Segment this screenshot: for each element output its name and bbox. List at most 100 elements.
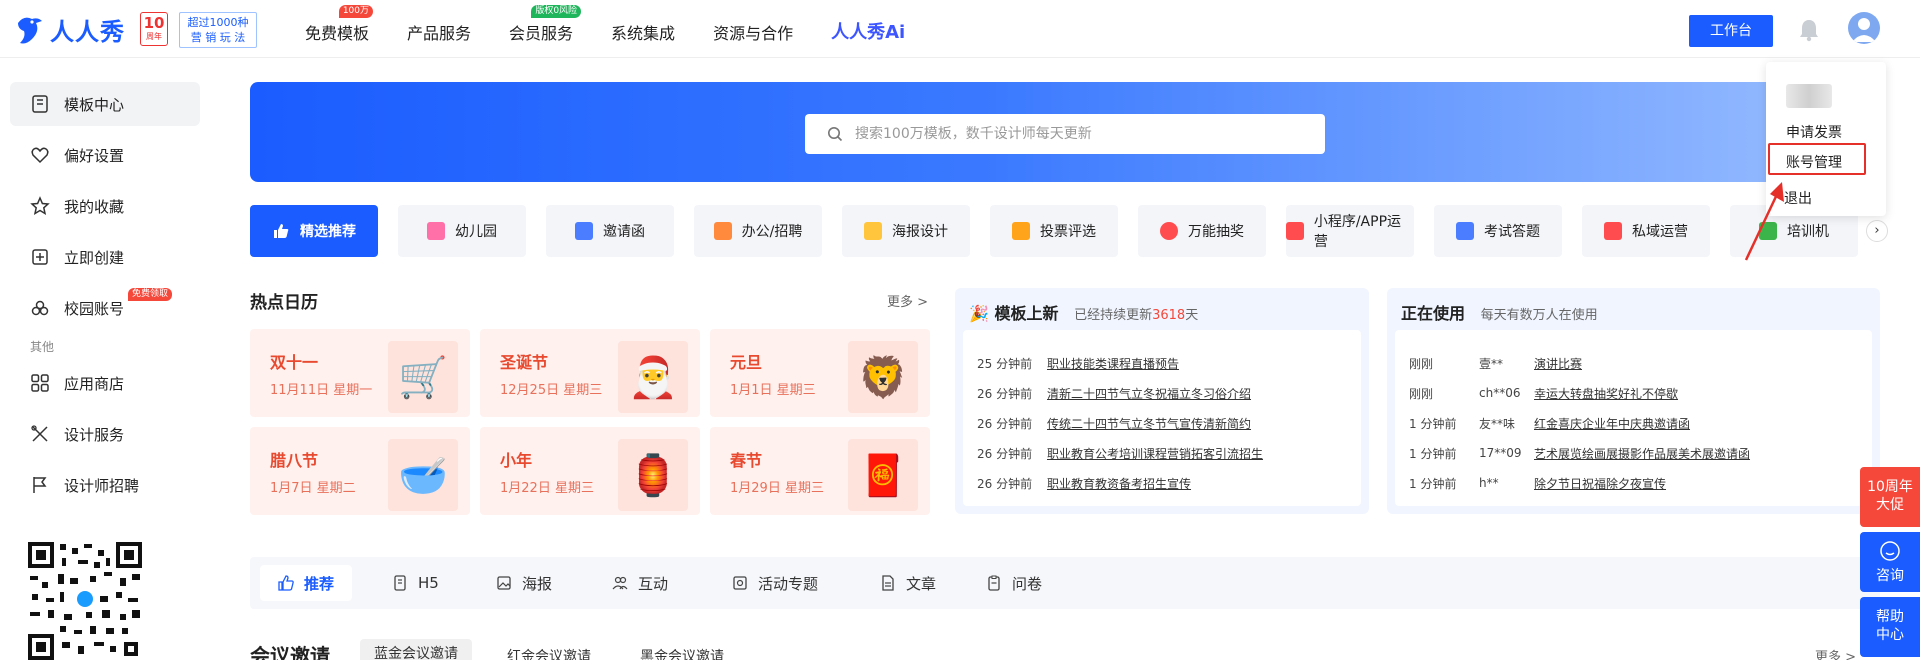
category-vote[interactable]: 投票评选 [990,205,1118,257]
nav-membership[interactable]: 会员服务 版权0风险 [509,5,582,44]
tab-article[interactable]: 文章 [862,565,954,601]
category-private-domain[interactable]: 私域运营 [1582,205,1710,257]
calendar-card[interactable]: 元旦 1月1日 星期三 🦁 [710,329,930,417]
avatar-icon [1852,18,1876,42]
row-link[interactable]: 除夕节日祝福除夕夜宣传 [1534,475,1666,492]
row-link[interactable]: 传统二十四节气立冬节气宣传清新简约 [1047,415,1251,432]
tab-event-topic[interactable]: 活动专题 [714,565,836,601]
row-link[interactable]: 演讲比赛 [1534,355,1582,372]
row-link[interactable]: 职业技能类课程直播预告 [1047,355,1179,372]
row-link[interactable]: 清新二十四节气立冬祝福立冬习俗介绍 [1047,385,1251,402]
template-icon [30,94,50,114]
category-miniapp[interactable]: 小程序/APP运营 [1286,205,1414,257]
content-tabs: 推荐 H5 海报 互动 活动专题 文章 问卷 [250,557,1880,609]
category-next-button[interactable]: › [1866,220,1888,242]
row-time: 刚刚 [1409,386,1434,401]
nav-integration[interactable]: 系统集成 [611,20,675,44]
menu-item-invoice[interactable]: 申请发票 [1786,122,1842,142]
sidebar-item-label: 立即创建 [64,248,125,267]
category-label: 邀请函 [603,224,645,240]
row-link[interactable]: 艺术展览绘画展摄影作品展美术展邀请函 [1534,445,1750,462]
workbench-button[interactable]: 工作台 [1689,15,1773,47]
h5-icon [394,575,406,591]
sidebar-item-design-service[interactable]: 设计服务 [10,412,200,456]
search-icon [828,127,843,142]
sidebar-item-designer-recruit[interactable]: 设计师招聘 [10,463,200,507]
sidebar: 模板中心 偏好设置 我的收藏 立即创建 校园账号 免费领取 其他 应用商店 设计… [10,82,200,514]
calendar-more-link[interactable]: 更多 > [887,291,928,310]
users-icon [612,576,628,590]
list-item: 26 分钟前 职业教育教资备考招生宣传 [977,468,1263,498]
row-link[interactable]: 幸运大转盘抽奖好礼不停歇 [1534,385,1678,402]
search-box[interactable] [805,114,1325,154]
nav-label: 资源与合作 [713,24,794,43]
app-icon [1286,222,1304,240]
row-time: 刚刚 [1409,356,1434,371]
anniversary-badge: 10 周年 [140,12,168,46]
tab-h5[interactable]: H5 [374,565,457,601]
sidebar-item-template-center[interactable]: 模板中心 [10,82,200,126]
row-link[interactable]: 红金喜庆企业年中庆典邀请函 [1534,415,1690,432]
calendar-card[interactable]: 春节 1月29日 星期三 🧧 [710,427,930,515]
calendar-card[interactable]: 腊八节 1月7日 星期二 🥣 [250,427,470,515]
user-avatar[interactable] [1848,12,1880,44]
category-label: 万能抽奖 [1188,224,1244,240]
conference-tab-blue-gold[interactable]: 蓝金会议邀请 [360,639,472,660]
conference-tab-black-gold[interactable]: 黑金会议邀请 [626,642,738,660]
category-lottery[interactable]: 万能抽奖 [1138,205,1266,257]
conference-tab-red-gold[interactable]: 红金会议邀请 [493,642,605,660]
row-link[interactable]: 职业教育公考培训课程营销拓客引流招生 [1047,445,1263,462]
nav-resources[interactable]: 资源与合作 [713,20,793,44]
list-item: 刚刚 ch**06 幸运大转盘抽奖好礼不停歇 [1409,378,1750,408]
list-item: 1 分钟前 h** 除夕节日祝福除夕夜宣传 [1409,468,1750,498]
nav-free-templates[interactable]: 免费模板 100万 [305,5,374,44]
promo-badge[interactable]: 超过1000种 营 销 玩 法 [179,12,257,48]
nav-label: 免费模板 [305,24,370,43]
nav-products[interactable]: 产品服务 [407,20,471,44]
category-office-recruit[interactable]: 办公/招聘 [694,205,822,257]
quiz-icon [1456,222,1474,240]
lion-dance-image: 🦁 [848,341,918,413]
consult-button[interactable]: 咨询 [1860,532,1920,592]
sidebar-item-favorites[interactable]: 我的收藏 [10,184,200,228]
tab-interact[interactable]: 互动 [594,565,686,601]
tab-survey[interactable]: 问卷 [968,565,1060,601]
calendar-card[interactable]: 圣诞节 12月25日 星期三 🎅 [480,329,700,417]
category-bar: 精选推荐 幼儿园 邀请函 办公/招聘 海报设计 投票评选 万能抽奖 小程序/AP… [250,205,1878,257]
row-link[interactable]: 职业教育教资备考招生宣传 [1047,475,1191,492]
star-icon [30,196,50,216]
nav-ai[interactable]: 人人秀Ai [831,18,905,44]
logo-text: 人人秀 [50,18,125,46]
plus-square-icon [30,247,50,267]
consult-label: 咨询 [1876,568,1904,584]
category-featured[interactable]: 精选推荐 [250,205,378,257]
bell-icon[interactable] [1798,18,1820,42]
sidebar-item-app-store[interactable]: 应用商店 [10,361,200,405]
tab-recommend[interactable]: 推荐 [260,565,353,601]
search-input[interactable] [855,126,1295,142]
top-header: 人人秀 10 周年 超过1000种 营 销 玩 法 免费模板 100万 产品服务… [0,0,1920,58]
logo[interactable]: 人人秀 [14,12,125,47]
sidebar-item-preferences[interactable]: 偏好设置 [10,133,200,177]
tab-label: 互动 [638,574,669,593]
conference-more-link[interactable]: 更多 > [1815,646,1856,660]
party-icon: 🎉 [969,304,989,323]
calendar-date: 1月7日 星期二 [270,481,356,496]
calendar-card[interactable]: 小年 1月22日 星期三 🏮 [480,427,700,515]
row-time: 1 分钟前 [1409,476,1457,491]
category-invitation[interactable]: 邀请函 [546,205,674,257]
sidebar-item-campus-account[interactable]: 校园账号 免费领取 [10,286,200,330]
new-templates-list: 25 分钟前 职业技能类课程直播预告 26 分钟前 清新二十四节气立冬祝福立冬习俗介… [977,348,1263,498]
tab-poster[interactable]: 海报 [478,565,570,601]
category-quiz[interactable]: 考试答题 [1434,205,1562,257]
help-line: 中心 [1876,627,1904,643]
row-time: 26 分钟前 [977,416,1033,431]
category-kindergarten[interactable]: 幼儿园 [398,205,526,257]
lantern-image: 🏮 [618,439,688,511]
help-center-button[interactable]: 帮助 中心 [1860,597,1920,657]
sidebar-item-create[interactable]: 立即创建 [10,235,200,279]
category-poster[interactable]: 海报设计 [842,205,970,257]
calendar-card[interactable]: 双十一 11月11日 星期一 🛒 [250,329,470,417]
anniversary-promo-button[interactable]: 10周年 大促 [1860,467,1920,527]
highlight-box [1768,143,1866,175]
